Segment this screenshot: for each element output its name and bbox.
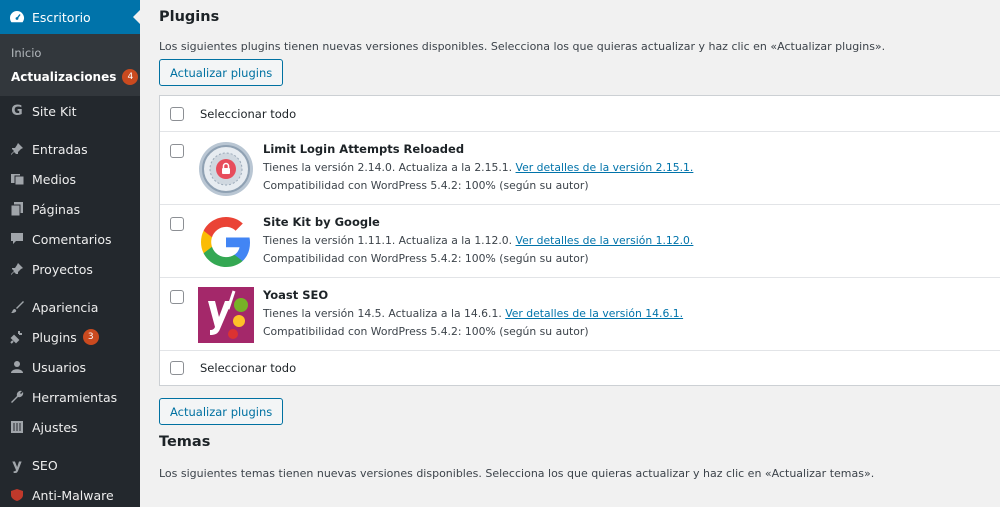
plugin-compat-text: Compatibilidad con WordPress 5.4.2: 100%… — [263, 325, 589, 338]
select-all-label[interactable]: Seleccionar todo — [200, 107, 296, 121]
menu-herramientas[interactable]: Herramientas — [0, 382, 140, 412]
plugin-checkbox[interactable] — [170, 144, 184, 158]
themes-section-title: Temas — [159, 434, 211, 450]
menu-entradas[interactable]: Entradas — [0, 134, 140, 164]
menu-label: Ajustes — [32, 419, 78, 435]
plugins-section-title: Plugins — [159, 9, 220, 25]
plugin-name: Site Kit by Google — [263, 215, 380, 229]
menu-proyectos[interactable]: Proyectos — [0, 254, 140, 284]
menu-ajustes[interactable]: Ajustes — [0, 412, 140, 442]
google-g-icon: G — [11, 103, 23, 119]
plugin-compat-text: Compatibilidad con WordPress 5.4.2: 100%… — [263, 252, 589, 265]
plugin-info: Site Kit by Google Tienes la versión 1.1… — [263, 214, 693, 277]
plugin-row-limit-login: Limit Login Attempts Reloaded Tienes la … — [160, 131, 1000, 204]
select-all-checkbox-bottom[interactable] — [170, 361, 184, 375]
menu-plugins[interactable]: Plugins 3 — [0, 322, 140, 352]
updates-count-badge: 4 — [122, 69, 139, 85]
menu-label: Comentarios — [32, 231, 112, 247]
yoast-logo-icon — [198, 287, 254, 343]
menu-comentarios[interactable]: Comentarios — [0, 224, 140, 254]
submenu-inicio[interactable]: Inicio — [0, 41, 140, 65]
plugin-details-link[interactable]: Ver detalles de la versión 14.6.1. — [505, 307, 683, 320]
escritorio-submenu: Inicio Actualizaciones 4 — [0, 34, 140, 96]
menu-apariencia[interactable]: Apariencia — [0, 292, 140, 322]
comment-icon — [7, 229, 27, 249]
plugin-info: Yoast SEO Tienes la versión 14.5. Actual… — [263, 287, 683, 350]
media-icon — [7, 169, 27, 189]
menu-medios[interactable]: Medios — [0, 164, 140, 194]
update-plugins-button-bottom[interactable]: Actualizar plugins — [159, 398, 284, 425]
submenu-label: Inicio — [11, 46, 42, 60]
menu-separator — [0, 284, 140, 292]
menu-label: Medios — [32, 171, 77, 187]
plugin-version-line: Tienes la versión 2.14.0. Actualiza a la… — [263, 159, 693, 177]
plugin-details-link[interactable]: Ver detalles de la versión 1.12.0. — [516, 234, 694, 247]
menu-label: Site Kit — [32, 103, 77, 119]
plug-icon — [7, 327, 27, 347]
yoast-icon: y — [12, 456, 22, 474]
plugin-row-yoast: Yoast SEO Tienes la versión 14.5. Actual… — [160, 277, 1000, 350]
menu-seo[interactable]: y SEO — [0, 450, 140, 480]
menu-label: Páginas — [32, 201, 81, 217]
menu-label: SEO — [32, 457, 58, 473]
plugin-version-text: Tienes la versión 1.11.1. Actualiza a la… — [263, 234, 513, 247]
shield-icon — [7, 485, 27, 505]
themes-section-description: Los siguientes temas tienen nuevas versi… — [159, 467, 875, 480]
menu-label: Herramientas — [32, 389, 118, 405]
menu-paginas[interactable]: Páginas — [0, 194, 140, 224]
menu-label: Plugins — [32, 329, 77, 345]
plugin-checkbox[interactable] — [170, 290, 184, 304]
settings-sliders-icon — [7, 417, 27, 437]
menu-separator — [0, 442, 140, 450]
plugin-version-text: Tienes la versión 2.14.0. Actualiza a la… — [263, 161, 513, 174]
dashboard-icon — [7, 7, 27, 27]
plugins-count-badge: 3 — [82, 329, 99, 345]
pushpin-icon — [7, 259, 27, 279]
select-all-label[interactable]: Seleccionar todo — [200, 361, 296, 375]
menu-label: Entradas — [32, 141, 88, 157]
select-all-row-bottom: Seleccionar todo — [160, 350, 1000, 385]
menu-usuarios[interactable]: Usuarios — [0, 352, 140, 382]
plugin-name: Yoast SEO — [263, 288, 329, 302]
menu-label: Apariencia — [32, 299, 99, 315]
menu-label: Anti-Malware — [32, 487, 114, 503]
google-logo-icon — [198, 214, 254, 270]
plugin-compat-text: Compatibilidad con WordPress 5.4.2: 100%… — [263, 179, 589, 192]
plugin-version-line: Tienes la versión 1.11.1. Actualiza a la… — [263, 232, 693, 250]
menu-label: Proyectos — [32, 261, 93, 277]
plugins-section-description: Los siguientes plugins tienen nuevas ver… — [159, 40, 886, 53]
main-content: Plugins Los siguientes plugins tienen nu… — [140, 0, 1000, 507]
user-icon — [7, 357, 27, 377]
submenu-actualizaciones[interactable]: Actualizaciones 4 — [0, 65, 140, 89]
plugin-row-site-kit: Site Kit by Google Tienes la versión 1.1… — [160, 204, 1000, 277]
select-all-checkbox-top[interactable] — [170, 106, 184, 121]
select-all-row-top: Seleccionar todo — [160, 96, 1000, 131]
plugin-checkbox[interactable] — [170, 217, 184, 231]
pushpin-icon — [7, 139, 27, 159]
plugins-update-table: Seleccionar todo Limit Login Attempts Re… — [159, 95, 1000, 386]
submenu-label: Actualizaciones — [11, 70, 117, 84]
plugin-version-text: Tienes la versión 14.5. Actualiza a la 1… — [263, 307, 502, 320]
menu-separator — [0, 126, 140, 134]
plugin-info: Limit Login Attempts Reloaded Tienes la … — [263, 141, 693, 204]
menu-escritorio[interactable]: Escritorio — [0, 0, 140, 34]
menu-antimalware[interactable]: Anti-Malware — [0, 480, 140, 507]
plugin-version-line: Tienes la versión 14.5. Actualiza a la 1… — [263, 305, 683, 323]
menu-sitekit[interactable]: G Site Kit — [0, 96, 140, 126]
plugin-details-link[interactable]: Ver detalles de la versión 2.15.1. — [516, 161, 694, 174]
paintbrush-icon — [7, 297, 27, 317]
pages-icon — [7, 199, 27, 219]
menu-label: Escritorio — [32, 9, 91, 25]
wrench-icon — [7, 387, 27, 407]
plugin-name: Limit Login Attempts Reloaded — [263, 142, 465, 156]
update-plugins-button-top[interactable]: Actualizar plugins — [159, 59, 284, 86]
admin-sidebar: Escritorio Inicio Actualizaciones 4 G Si… — [0, 0, 140, 507]
menu-label: Usuarios — [32, 359, 87, 375]
limit-login-logo-icon — [198, 141, 254, 197]
